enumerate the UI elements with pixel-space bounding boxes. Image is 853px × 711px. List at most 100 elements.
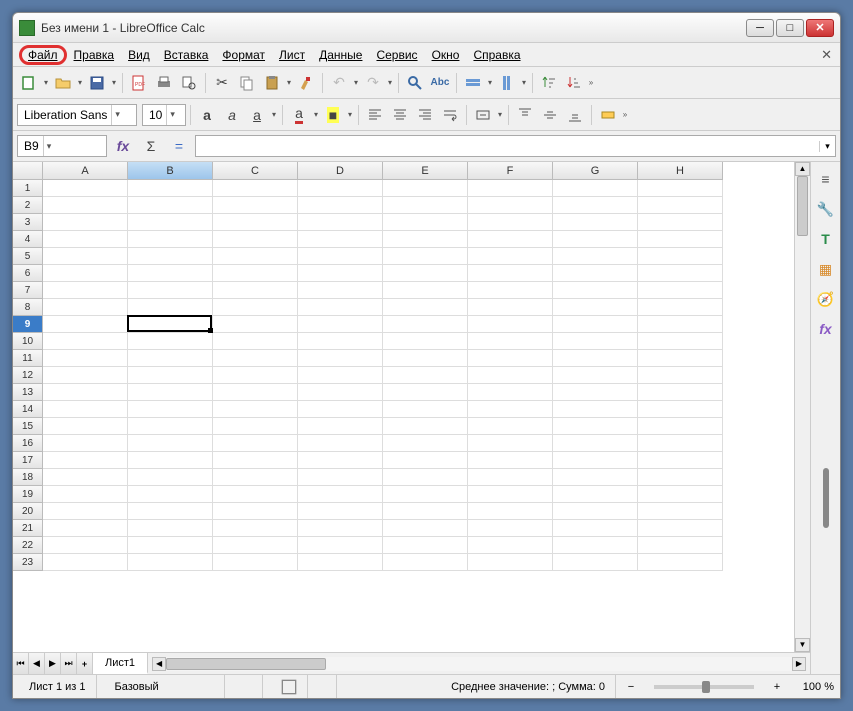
cell[interactable] [383, 265, 468, 282]
cell[interactable] [553, 503, 638, 520]
chevron-down-icon[interactable]: ▾ [111, 105, 123, 125]
zoom-knob[interactable] [702, 681, 710, 693]
paste-icon[interactable] [260, 71, 284, 95]
row-header[interactable]: 14 [13, 401, 43, 418]
cell[interactable] [298, 265, 383, 282]
close-button[interactable]: ✕ [806, 19, 834, 37]
scroll-right-icon[interactable]: ▶ [792, 657, 806, 671]
cell[interactable] [553, 248, 638, 265]
cell[interactable] [298, 469, 383, 486]
row-header[interactable]: 13 [13, 384, 43, 401]
cell[interactable] [43, 520, 128, 537]
cell[interactable] [553, 554, 638, 571]
cell[interactable] [553, 469, 638, 486]
cell[interactable] [213, 231, 298, 248]
cell[interactable] [638, 282, 723, 299]
cell[interactable] [468, 367, 553, 384]
cell[interactable] [553, 520, 638, 537]
cell[interactable] [638, 248, 723, 265]
properties-icon[interactable]: 🔧 [815, 198, 837, 220]
row-header[interactable]: 6 [13, 265, 43, 282]
cell[interactable] [553, 367, 638, 384]
cell[interactable] [638, 333, 723, 350]
zoom-out-button[interactable]: − [624, 681, 638, 693]
font-color-icon[interactable]: a [287, 103, 311, 127]
cell[interactable] [43, 367, 128, 384]
cell[interactable] [298, 486, 383, 503]
gallery-icon[interactable]: ▦ [815, 258, 837, 280]
print-preview-icon[interactable] [177, 71, 201, 95]
row-header[interactable]: 17 [13, 452, 43, 469]
row-header[interactable]: 20 [13, 503, 43, 520]
cell[interactable] [553, 180, 638, 197]
status-summary[interactable]: Среднее значение: ; Сумма: 0 [441, 675, 616, 698]
cell[interactable] [128, 333, 213, 350]
cell[interactable] [383, 333, 468, 350]
status-insert-mode[interactable] [233, 675, 263, 698]
cell[interactable] [43, 282, 128, 299]
cell[interactable] [43, 214, 128, 231]
cell[interactable] [213, 503, 298, 520]
cell[interactable] [298, 214, 383, 231]
cell[interactable] [43, 503, 128, 520]
row-header[interactable]: 1 [13, 180, 43, 197]
scroll-down-icon[interactable]: ▼ [795, 638, 810, 652]
cell[interactable] [383, 435, 468, 452]
row-header[interactable]: 4 [13, 231, 43, 248]
row-header[interactable]: 10 [13, 333, 43, 350]
cell[interactable] [638, 384, 723, 401]
menu-format[interactable]: Формат [215, 46, 272, 64]
new-doc-dropdown[interactable]: ▾ [42, 78, 50, 87]
select-all-corner[interactable] [13, 162, 43, 180]
spreadsheet-grid[interactable]: ABCDEFGH 1234567891011121314151617181920… [13, 162, 794, 652]
cell[interactable] [128, 452, 213, 469]
cell[interactable] [213, 418, 298, 435]
horizontal-scrollbar[interactable]: ◀ ▶ [152, 657, 806, 671]
cell[interactable] [43, 486, 128, 503]
row-header[interactable]: 3 [13, 214, 43, 231]
cell[interactable] [468, 520, 553, 537]
cell[interactable] [383, 554, 468, 571]
cell[interactable] [383, 384, 468, 401]
cell[interactable] [213, 350, 298, 367]
cell[interactable] [468, 554, 553, 571]
cell[interactable] [128, 214, 213, 231]
cell[interactable] [43, 554, 128, 571]
column-icon[interactable] [495, 71, 519, 95]
row-header[interactable]: 21 [13, 520, 43, 537]
menu-file[interactable]: Файл [19, 45, 67, 65]
zoom-level[interactable]: 100 % [792, 681, 834, 693]
cell[interactable] [638, 452, 723, 469]
cell[interactable] [213, 469, 298, 486]
cell[interactable] [43, 197, 128, 214]
cell[interactable] [128, 401, 213, 418]
row-header[interactable]: 23 [13, 554, 43, 571]
cell[interactable] [213, 214, 298, 231]
cell[interactable] [128, 554, 213, 571]
zoom-in-button[interactable]: + [770, 681, 784, 693]
highlight-dropdown[interactable]: ▾ [346, 110, 354, 119]
cell[interactable] [128, 435, 213, 452]
row-icon[interactable] [461, 71, 485, 95]
formula-expand-icon[interactable]: ▾ [819, 141, 835, 152]
cell[interactable] [213, 282, 298, 299]
cell[interactable] [468, 316, 553, 333]
cell[interactable] [638, 231, 723, 248]
cell[interactable] [213, 452, 298, 469]
row-header[interactable]: 15 [13, 418, 43, 435]
cell[interactable] [213, 180, 298, 197]
cell[interactable] [553, 316, 638, 333]
column-header[interactable]: D [298, 162, 383, 180]
copy-icon[interactable] [235, 71, 259, 95]
cell[interactable] [213, 248, 298, 265]
styles-icon[interactable]: T [815, 228, 837, 250]
cell[interactable] [128, 520, 213, 537]
cell[interactable] [383, 248, 468, 265]
cell[interactable] [468, 486, 553, 503]
sidebar-settings-icon[interactable]: ≡ [815, 168, 837, 190]
cell[interactable] [553, 435, 638, 452]
cell[interactable] [553, 401, 638, 418]
cell[interactable] [553, 265, 638, 282]
zoom-slider[interactable] [654, 685, 754, 689]
align-center-icon[interactable] [388, 103, 412, 127]
